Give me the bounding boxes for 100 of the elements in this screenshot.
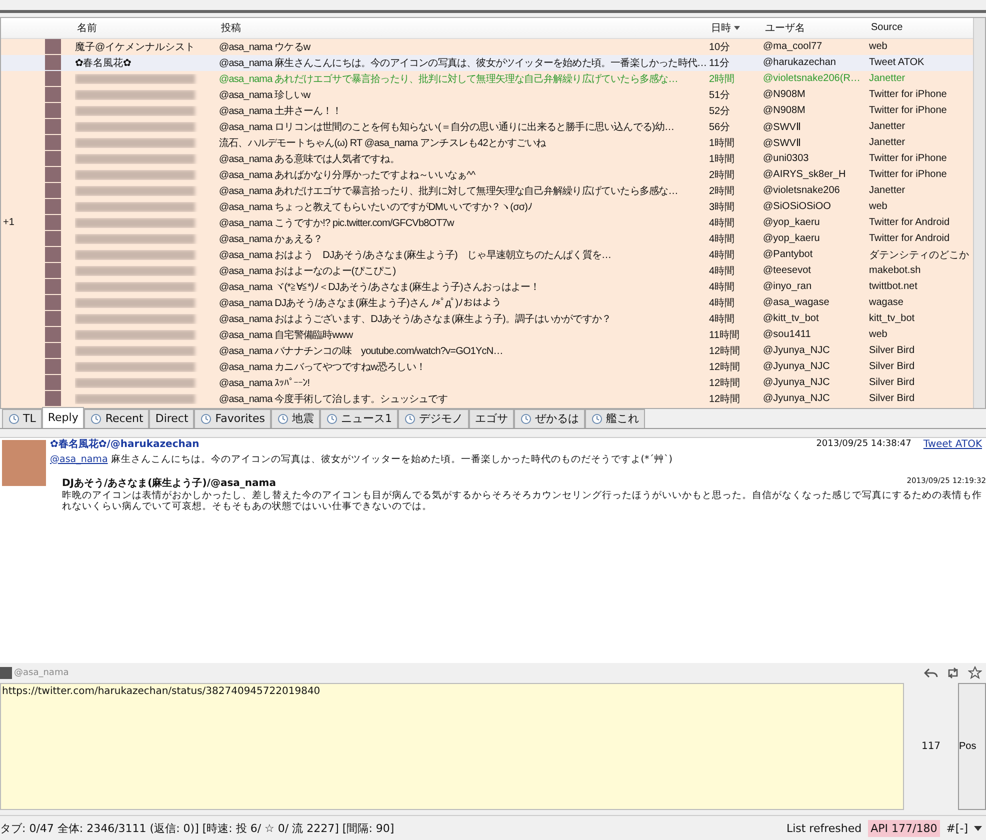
tweet-row[interactable]: @asa_nama ｽｯﾊﾟｰｰﾝ! 12時間 @Jyunya_NJC Silver Bird bbox=[1, 374, 973, 391]
tweet-row[interactable]: @asa_nama おはよう DJあそう/あさなま(麻生よう子) じゃ早速朝立ちのたんぱく質を… 4時間 @Pantybot ダテンシティのどこか bbox=[1, 246, 973, 263]
table-cell: @SWVⅡ bbox=[763, 138, 801, 149]
tweet-row[interactable]: @asa_nama ヾ(*≧∀≦*)ﾉ＜DJあそう/あさなま(麻生よう子)さんおっはよー！ 4時間 @inyo_ran twittbot.net bbox=[1, 278, 973, 295]
column-header[interactable]: 投稿 bbox=[219, 20, 241, 35]
table-cell: @N908M bbox=[763, 105, 806, 116]
mention-link[interactable]: @asa_nama bbox=[50, 454, 108, 464]
dropdown-caret-icon[interactable] bbox=[974, 826, 982, 831]
avatar-placeholder bbox=[45, 247, 61, 262]
tab[interactable]: Recent bbox=[84, 408, 150, 428]
avatar-placeholder bbox=[45, 167, 61, 182]
tweet-row[interactable]: @asa_nama おはよーなのよー(ぴこぴこ) 4時間 @teesevot makebot.sh bbox=[1, 262, 973, 279]
tab[interactable]: ニュース1 bbox=[320, 408, 398, 428]
table-cell: 魔子@イケメンナルシスト bbox=[75, 42, 196, 53]
avatar-placeholder bbox=[45, 183, 61, 198]
table-cell: @asa_nama ある意味では人気者ですね。 bbox=[219, 154, 400, 165]
tweet-row[interactable]: @asa_nama あれだけエゴサで暴言拾ったり、批判に対して無理矢理な自己弁解繰り広げていたら多感な… 2時間 @violetsnake206 Janetter bbox=[1, 182, 973, 199]
table-cell: Silver Bird bbox=[869, 393, 915, 404]
table-cell: Twitter for Android bbox=[869, 233, 950, 244]
tweet-row[interactable]: 流石、ハルデモートちゃん(ω) RT @asa_nama アンチスレも42とかすごいね 1時間 @SWVⅡ Janetter bbox=[1, 134, 973, 151]
table-cell: @yop_kaeru bbox=[763, 217, 820, 228]
tab[interactable]: デジモノ bbox=[398, 408, 469, 428]
avatar-placeholder bbox=[2, 440, 46, 486]
table-cell: @asa_nama ウケるw bbox=[219, 42, 310, 53]
tweet-row[interactable]: ✿春名風花✿ @asa_nama 麻生さんこんにちは。今のアイコンの写真は、彼女がツイッターを始めた頃。一番楽しかった時代… 11分 @harukazechan Tweet ATOK bbox=[1, 54, 973, 71]
table-cell: @asa_nama DJあそう/あさなま(麻生よう子)さん ﾉ*ﾟдﾟ)ﾉおはよう bbox=[219, 298, 502, 309]
tweet-row[interactable]: @asa_nama 今度手術して治します。シュッシュです 12時間 @Jyunya_NJC Silver Bird bbox=[1, 390, 973, 407]
tab[interactable]: Direct bbox=[149, 408, 194, 428]
tab[interactable]: ぜかるは bbox=[514, 408, 585, 428]
table-cell: @asa_nama ロリコンは世間のことを何も知らない(＝自分の思い通りに出来ると勝手に思い込んでる)幼… bbox=[219, 122, 674, 133]
tweet-row[interactable]: @asa_nama バナナチンコの味 youtube.com/watch?v=GO1YcN… 12時間 @Jyunya_NJC Silver Bird bbox=[1, 342, 973, 359]
api-counter: API 177/180 bbox=[868, 820, 940, 837]
table-cell: @N908M bbox=[763, 89, 806, 100]
input-field[interactable]: https://twitter.com/harukazechan/status/382740945722019840 bbox=[0, 683, 904, 810]
tweet-date: 2013/09/25 14:38:47 bbox=[816, 439, 912, 449]
table-cell: web bbox=[869, 41, 888, 52]
retweet-icon[interactable] bbox=[946, 667, 960, 680]
avatar-placeholder bbox=[45, 375, 61, 390]
tweet-row[interactable]: +1 @asa_nama こうですか!? pic.twitter.com/GFCVb8OT7w 4時間 @yop_kaeru Twitter for Android bbox=[1, 214, 973, 231]
table-cell: 11分 bbox=[709, 58, 730, 69]
table-cell: @asa_nama あればかなり分厚かったですよね～いいなぁ^^ bbox=[219, 170, 476, 181]
table-cell: 12時間 bbox=[709, 346, 740, 357]
table-cell: 流石、ハルデモートちゃん(ω) RT @asa_nama アンチスレも42とかすごいね bbox=[219, 138, 546, 149]
table-cell: @asa_nama ちょっと教えてもらいたいのですがDMいいですか？ヽ(σσ)ﾉ bbox=[219, 202, 532, 213]
table-cell: 4時間 bbox=[709, 314, 735, 325]
post-button[interactable]: Pos bbox=[958, 683, 986, 810]
table-cell: @SWVⅡ bbox=[763, 122, 801, 133]
table-cell: 12時間 bbox=[709, 394, 740, 405]
table-cell: makebot.sh bbox=[869, 265, 921, 276]
avatar-placeholder bbox=[45, 55, 61, 70]
character-count: 117 bbox=[920, 740, 942, 754]
avatar-placeholder bbox=[45, 279, 61, 294]
table-cell: @asa_nama 土井さーん！！ bbox=[219, 106, 342, 117]
column-header[interactable]: ユーザ名 bbox=[763, 20, 805, 35]
table-cell: @Pantybot bbox=[763, 249, 813, 260]
tweet-row[interactable]: @asa_nama 珍しいw 51分 @N908M Twitter for iPhone bbox=[1, 86, 973, 103]
table-cell: 3時間 bbox=[709, 202, 735, 213]
tweet-row[interactable]: @asa_nama ロリコンは世間のことを何も知らない(＝自分の思い通りに出来ると勝手に思い込んでる)幼… 56分 @SWVⅡ Janetter bbox=[1, 118, 973, 135]
table-cell: 51分 bbox=[709, 90, 730, 101]
column-header[interactable]: Source bbox=[869, 22, 903, 34]
table-cell: Janetter bbox=[869, 185, 906, 196]
table-cell: kitt_tv_bot bbox=[869, 313, 915, 324]
table-cell: @AIRYS_sk8er_H bbox=[763, 169, 846, 180]
tab[interactable]: 地震 bbox=[271, 408, 320, 428]
column-header[interactable]: 日時 bbox=[709, 20, 740, 35]
tab[interactable]: TL bbox=[2, 408, 42, 428]
avatar-placeholder bbox=[45, 327, 61, 342]
tweet-row[interactable]: @asa_nama あればかなり分厚かったですよね～いいなぁ^^ 2時間 @AIRYS_sk8er_H Twitter for iPhone bbox=[1, 166, 973, 183]
table-cell: @Jyunya_NJC bbox=[763, 377, 830, 388]
table-cell: 52分 bbox=[709, 106, 730, 117]
table-cell: @asa_nama かぁえる？ bbox=[219, 234, 323, 245]
reply-icon[interactable] bbox=[924, 667, 938, 680]
hashtag-selector[interactable]: #[-] bbox=[946, 822, 968, 835]
avatar-placeholder bbox=[45, 199, 61, 214]
tweet-row[interactable]: 魔子@イケメンナルシスト @asa_nama ウケるw 10分 @ma_cool77 web bbox=[1, 38, 973, 55]
tweet-row[interactable]: @asa_nama おはようございます、DJあそう/あさなま(麻生よう子)。調子はいかがですか？ 4時間 @kitt_tv_bot kitt_tv_bot bbox=[1, 310, 973, 327]
scrollbar[interactable] bbox=[973, 18, 985, 408]
avatar-placeholder bbox=[45, 39, 61, 54]
tweet-row[interactable]: @asa_nama 土井さーん！！ 52分 @N908M Twitter for iPhone bbox=[1, 102, 973, 119]
tab[interactable]: エゴサ bbox=[469, 408, 514, 428]
avatar-placeholder bbox=[45, 263, 61, 278]
tab[interactable]: 艦これ bbox=[585, 408, 645, 428]
tweet-row[interactable]: @asa_nama DJあそう/あさなま(麻生よう子)さん ﾉ*ﾟдﾟ)ﾉおはよう 4時間 @asa_wagase wagase bbox=[1, 294, 973, 311]
author-name[interactable]: ✿春名風花✿/@harukazechan bbox=[50, 437, 200, 451]
source-link[interactable]: Tweet ATOK bbox=[923, 438, 982, 450]
tweet-row[interactable]: @asa_nama カニバってやつですねw恐ろしい！ 12時間 @Jyunya_NJC Silver Bird bbox=[1, 358, 973, 375]
table-cell: @asa_nama こうですか!? pic.twitter.com/GFCVb8OT7w bbox=[219, 218, 454, 229]
table-cell: 12時間 bbox=[709, 378, 740, 389]
star-icon[interactable] bbox=[968, 666, 982, 680]
tweet-row[interactable]: @asa_nama ある意味では人気者ですね。 1時間 @uni0303 Twitter for iPhone bbox=[1, 150, 973, 167]
tweet-row[interactable]: @asa_nama 自宅警備臨時www 11時間 @sou1411 web bbox=[1, 326, 973, 343]
avatar-placeholder bbox=[45, 295, 61, 310]
tab[interactable]: Favorites bbox=[194, 408, 271, 428]
tweet-row[interactable]: @asa_nama かぁえる？ 4時間 @yop_kaeru Twitter for Android bbox=[1, 230, 973, 247]
column-header[interactable]: 名前 bbox=[75, 20, 97, 35]
tweet-row[interactable]: @asa_nama ちょっと教えてもらいたいのですがDMいいですか？ヽ(σσ)ﾉ 3時間 @SiOSiOSiOO web bbox=[1, 198, 973, 215]
tab[interactable]: Reply bbox=[42, 406, 84, 428]
table-cell: @ma_cool77 bbox=[763, 41, 822, 52]
table-cell: @asa_nama おはよう DJあそう/あさなま(麻生よう子) じゃ早速朝立ちのたんぱく質を… bbox=[219, 250, 612, 261]
avatar-placeholder bbox=[45, 103, 61, 118]
